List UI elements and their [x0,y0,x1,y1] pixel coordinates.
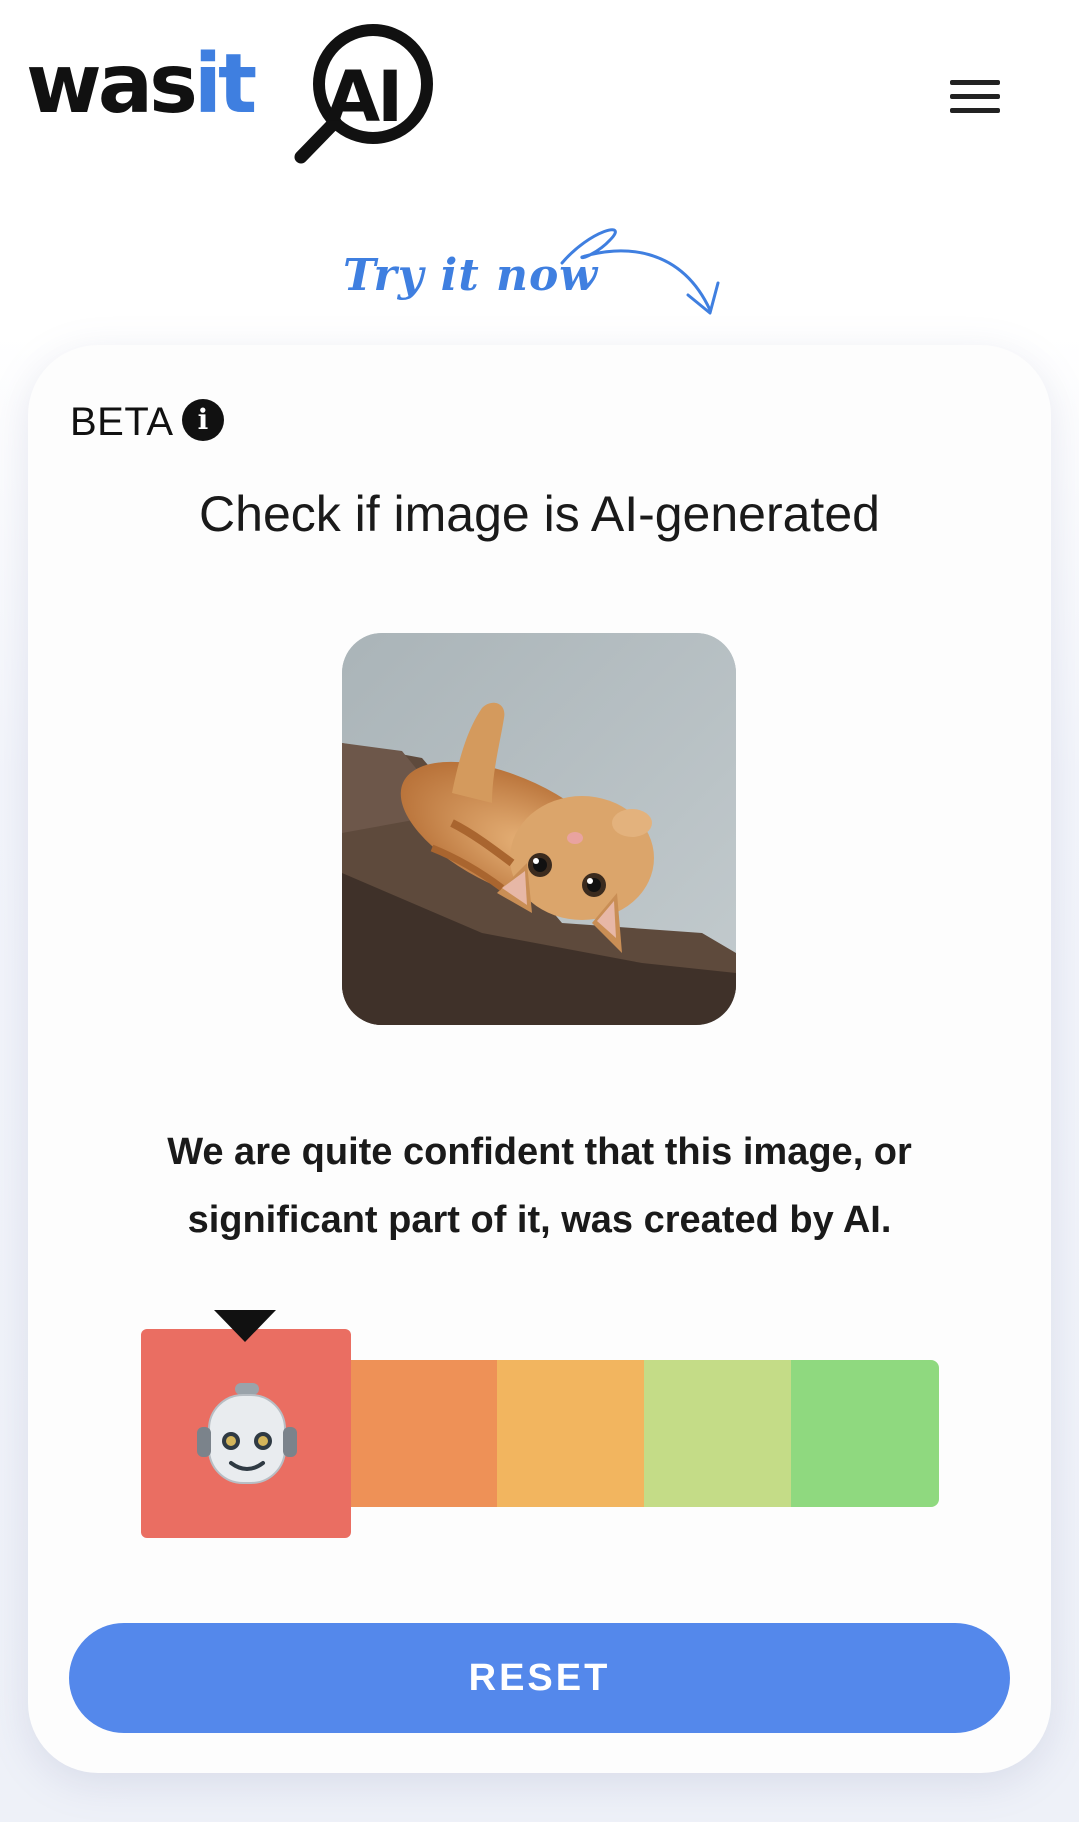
robot-icon [197,1383,297,1484]
meter-segment-5 [791,1360,939,1507]
meter-segment-4 [644,1360,792,1507]
beta-badge: BETA [70,400,174,444]
checker-title: Check if image is AI-generated [199,486,880,542]
reset-button[interactable]: RESET [69,1623,1010,1733]
logo-ai-text: AI [326,56,403,138]
meter-segment-2 [350,1360,498,1507]
site-header: wasit AI [0,0,1079,170]
uploaded-image [342,633,736,1025]
result-message: We are quite confident that this image, … [100,1118,979,1254]
logo-wordmark: wasit [26,37,257,132]
meter-pointer-icon [214,1310,276,1342]
curved-arrow-icon [560,228,720,315]
meter-segment-3 [497,1360,645,1507]
result-line-2: significant part of it, was created by A… [187,1199,892,1241]
info-icon[interactable]: i [182,399,224,441]
hamburger-menu-icon[interactable] [950,80,1000,114]
result-line-1: We are quite confident that this image, … [167,1131,912,1173]
cat-image-illustration [342,633,736,1025]
checker-card [28,345,1051,1773]
wasitai-logo[interactable]: wasit AI [26,22,446,167]
